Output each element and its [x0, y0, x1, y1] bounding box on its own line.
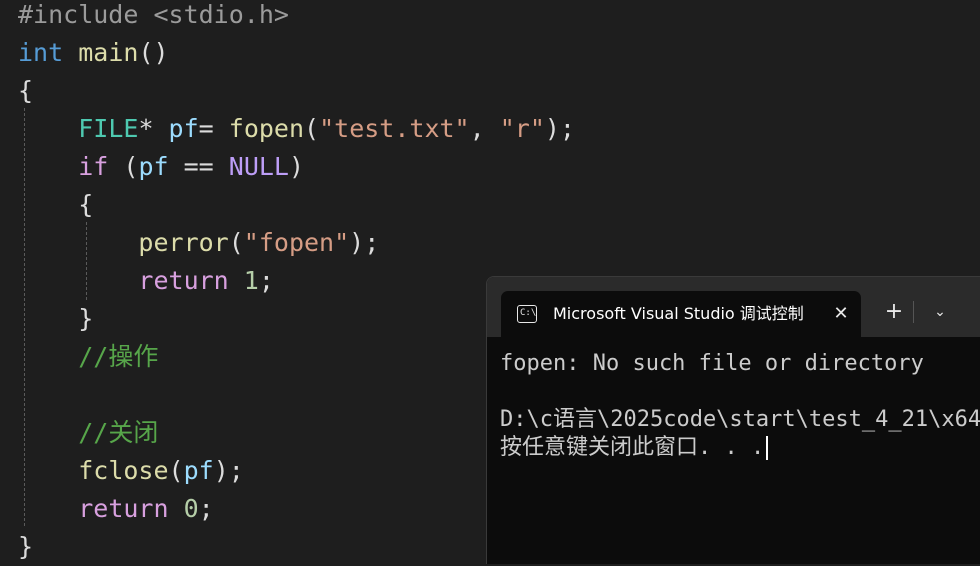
code-token: ); — [213, 456, 244, 485]
code-token: if — [78, 152, 109, 181]
code-token: "r" — [499, 114, 545, 143]
code-token: } — [18, 304, 94, 333]
code-token: FILE — [78, 114, 139, 143]
code-token: 0 — [183, 494, 199, 523]
code-line: FILE* pf= fopen("test.txt", "r"); — [18, 110, 575, 148]
code-line: perror("fopen"); — [18, 224, 379, 262]
code-token: ( — [168, 456, 184, 485]
code-token: { — [18, 190, 94, 219]
code-token: pf — [168, 114, 199, 143]
code-token: ) — [288, 152, 305, 181]
code-token: } — [18, 532, 34, 561]
code-line: if (pf == NULL) — [18, 148, 304, 186]
code-token: ); — [349, 228, 380, 257]
code-token: , — [469, 114, 500, 143]
code-token: fopen — [228, 114, 305, 143]
code-line: //操作 — [18, 338, 158, 376]
code-token: * — [138, 114, 169, 143]
code-line: { — [18, 186, 93, 224]
code-line: int main() — [18, 34, 169, 72]
code-token: //操作 — [78, 342, 159, 371]
code-line: return 0; — [18, 490, 214, 528]
code-token: "fopen" — [243, 228, 350, 257]
code-token: main — [78, 38, 139, 67]
code-token: return — [78, 494, 169, 523]
code-line: return 1; — [18, 262, 274, 300]
titlebar-divider — [913, 301, 914, 323]
code-token: fclose — [78, 456, 169, 485]
code-line: #include <stdio.h> — [18, 0, 289, 34]
code-token: 1 — [243, 266, 259, 295]
code-token: pf — [138, 152, 169, 181]
code-token: perror — [138, 228, 229, 257]
terminal-tab-title: Microsoft Visual Studio 调试控制台 — [553, 304, 803, 323]
terminal-prompt-text: 按任意键关闭此窗口. . . — [500, 435, 765, 460]
code-token: ( — [304, 114, 320, 143]
code-line: } — [18, 300, 93, 338]
code-token: //关闭 — [78, 418, 159, 447]
terminal-titlebar[interactable]: C:\ Microsoft Visual Studio 调试控制台 ✕ + ⌄ — [487, 277, 980, 337]
code-token: ); — [544, 114, 575, 143]
console-icon: C:\ — [517, 305, 537, 323]
code-token: return — [138, 266, 229, 295]
terminal-output-line-4: 按任意键关闭此窗口. . . — [500, 434, 769, 462]
chevron-down-icon[interactable]: ⌄ — [927, 299, 953, 325]
new-tab-button[interactable]: + — [881, 299, 907, 325]
code-token: ( — [228, 228, 244, 257]
terminal-output-line-3: D:\c语言\2025code\start\test_4_21\x64\Debu… — [500, 407, 980, 432]
code-token: pf — [183, 456, 214, 485]
console-icon-label: C:\ — [520, 308, 537, 318]
code-token: () — [138, 38, 169, 67]
code-token: ; — [198, 494, 214, 523]
code-line: } — [18, 528, 33, 566]
code-token: { — [18, 76, 34, 105]
code-token: int — [18, 38, 64, 67]
code-token: = — [198, 114, 229, 143]
code-token: ( — [108, 152, 139, 181]
close-tab-icon[interactable]: ✕ — [829, 301, 853, 327]
code-token: NULL — [228, 152, 289, 181]
code-token: #include <stdio.h> — [18, 0, 289, 29]
terminal-tab[interactable]: C:\ Microsoft Visual Studio 调试控制台 ✕ — [501, 291, 861, 337]
debug-console-window[interactable]: C:\ Microsoft Visual Studio 调试控制台 ✕ + ⌄ … — [486, 276, 980, 564]
code-line: { — [18, 72, 33, 110]
terminal-output-line-1: fopen: No such file or directory — [500, 351, 924, 376]
code-token: == — [168, 152, 229, 181]
text-cursor — [766, 436, 769, 460]
code-line: fclose(pf); — [18, 452, 244, 490]
code-line: //关闭 — [18, 414, 158, 452]
code-token: ; — [258, 266, 274, 295]
code-token: "test.txt" — [319, 114, 470, 143]
